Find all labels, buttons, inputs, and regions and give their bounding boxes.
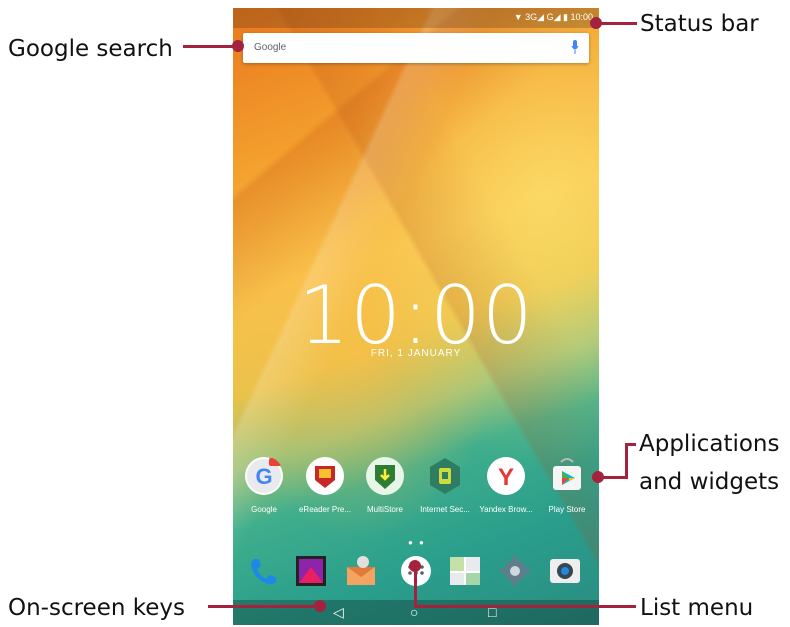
maps-icon[interactable] xyxy=(447,553,483,589)
connector-status-bar xyxy=(599,22,637,25)
app-label: Yandex Brow... xyxy=(479,505,533,514)
connector-dot-list-menu xyxy=(409,560,421,572)
connector-google-search xyxy=(183,45,238,48)
callout-applications-line2: and widgets xyxy=(639,469,780,495)
connector-applications-vertical xyxy=(625,443,628,479)
app-label: Play Store xyxy=(548,505,586,514)
status-icons: ▼ 3G◢ G◢ ▮ 10:00 xyxy=(513,12,593,22)
email-icon[interactable] xyxy=(343,553,379,589)
app-google[interactable]: G Google xyxy=(234,456,294,514)
app-label: Internet Sec... xyxy=(420,505,470,514)
svg-text:G: G xyxy=(255,464,272,489)
gallery-icon[interactable] xyxy=(293,553,329,589)
camera-icon[interactable] xyxy=(547,553,583,589)
play-store-icon xyxy=(553,458,581,490)
phone-icon[interactable] xyxy=(245,553,281,589)
page-indicator: ● ● xyxy=(408,538,426,547)
callout-list-menu: List menu xyxy=(640,595,754,621)
microphone-icon[interactable] xyxy=(571,40,579,55)
clock-date: FRI, 1 JANUARY xyxy=(370,348,462,359)
google-icon: G xyxy=(245,457,283,495)
connector-dot-onscreen-keys xyxy=(314,600,326,612)
connector-list-menu-horizontal xyxy=(414,605,636,608)
app-internet-security[interactable]: Internet Sec... xyxy=(415,456,475,514)
app-row: G Google eReader Pre... MultiStore Inter… xyxy=(233,456,599,521)
google-search-bar[interactable]: Google xyxy=(243,33,589,63)
back-key[interactable]: ◁ xyxy=(333,604,344,620)
connector-dot-status-bar xyxy=(590,17,602,29)
connector-onscreen-keys xyxy=(208,605,320,608)
callout-status-bar: Status bar xyxy=(640,11,759,37)
clock-time: 10:00 xyxy=(298,269,534,362)
app-label: eReader Pre... xyxy=(298,505,352,514)
app-play-store[interactable]: Play Store xyxy=(537,456,597,514)
phone-screen: ▼ 3G◢ G◢ ▮ 10:00 Google 10:00 FRI, 1 JAN… xyxy=(233,8,599,625)
multistore-icon xyxy=(366,457,404,495)
status-bar: ▼ 3G◢ G◢ ▮ 10:00 xyxy=(233,8,599,28)
callout-applications-line1: Applications xyxy=(639,431,780,457)
app-label: Google xyxy=(251,505,277,514)
yandex-browser-icon: Y xyxy=(487,457,525,495)
callout-onscreen-keys: On-screen keys xyxy=(8,595,185,621)
connector-dot-applications xyxy=(592,471,604,483)
app-yandex-browser[interactable]: Y Yandex Brow... xyxy=(476,456,536,514)
connector-applications-stub xyxy=(600,476,628,479)
svg-text:Y: Y xyxy=(498,464,514,491)
app-ereader[interactable]: eReader Pre... xyxy=(295,456,355,514)
app-label: MultiStore xyxy=(366,505,403,514)
ereader-icon xyxy=(306,457,344,495)
settings-icon[interactable] xyxy=(497,553,533,589)
callout-google-search: Google search xyxy=(8,36,173,62)
app-multistore[interactable]: MultiStore xyxy=(355,456,415,514)
internet-security-icon xyxy=(430,458,460,494)
google-logo: Google xyxy=(254,42,287,53)
connector-dot-google-search xyxy=(232,40,244,52)
